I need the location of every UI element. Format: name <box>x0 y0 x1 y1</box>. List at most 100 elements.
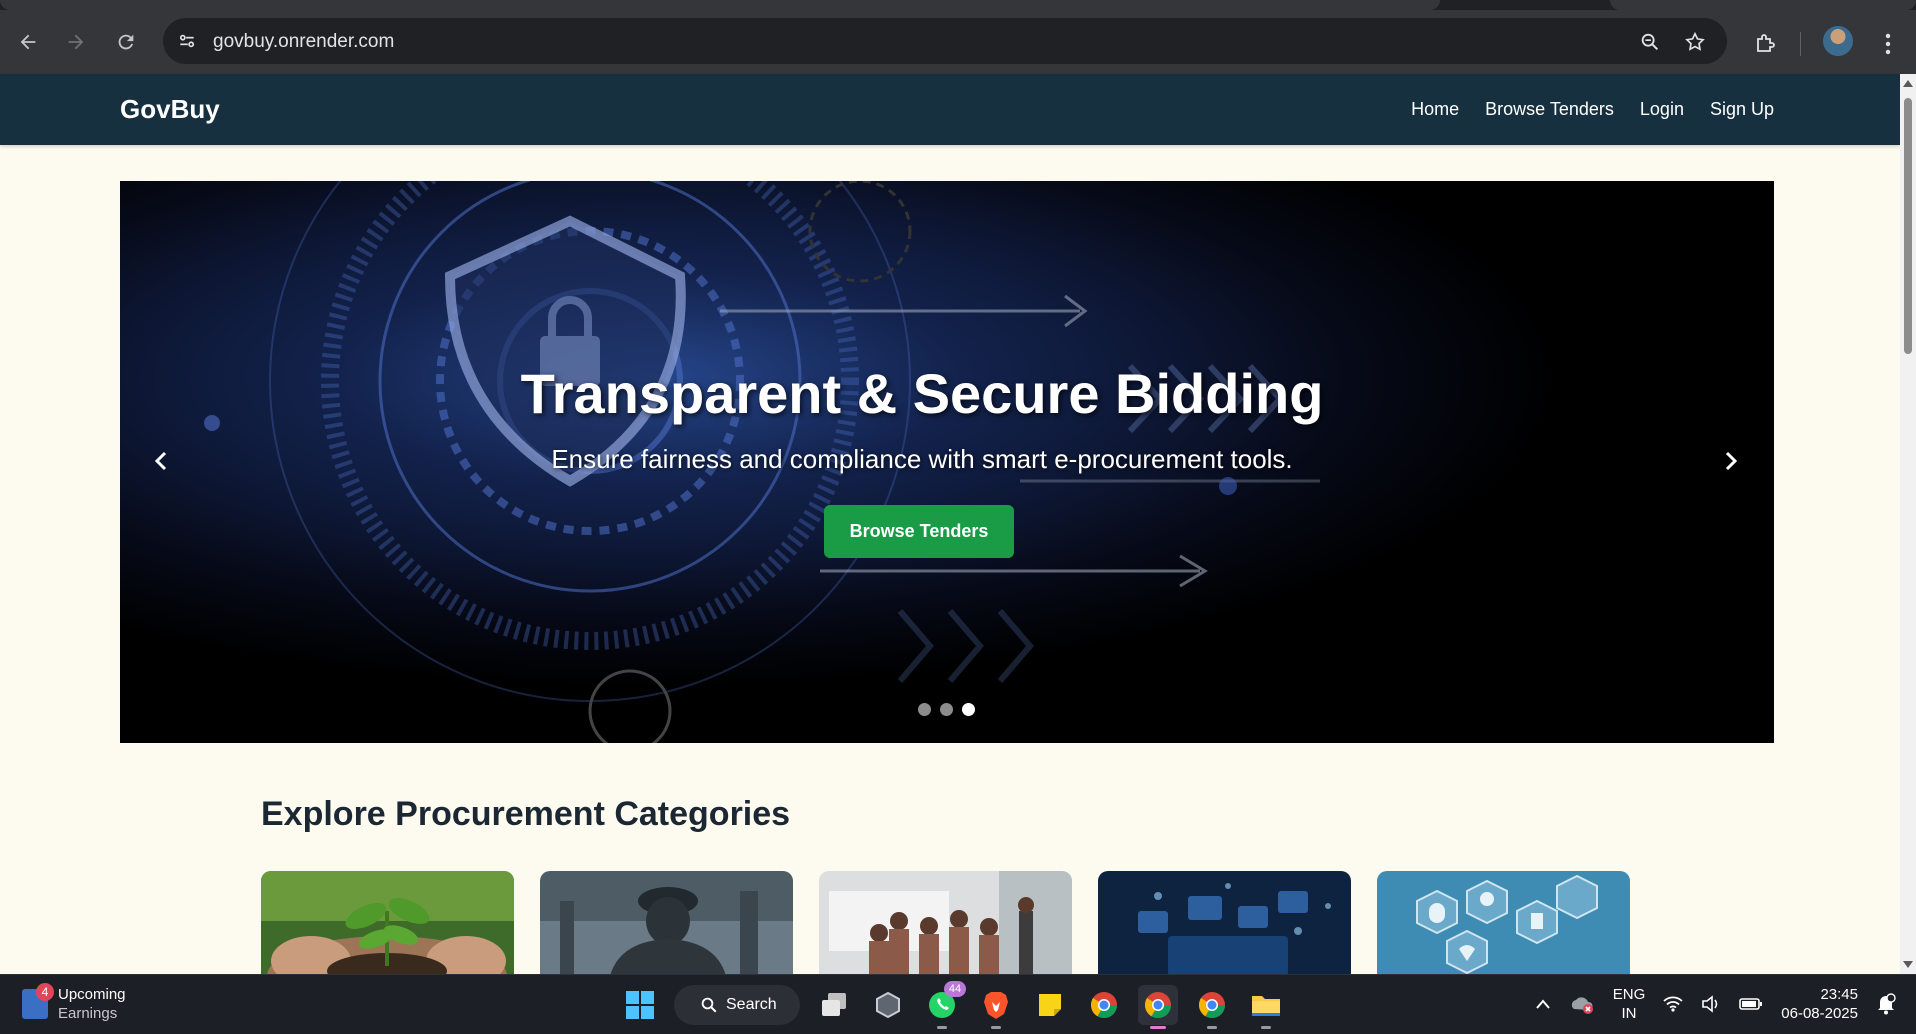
chrome-icon <box>1090 992 1118 1019</box>
app-unity-button[interactable] <box>868 985 908 1025</box>
chevron-left-icon <box>154 451 167 471</box>
browser-toolbar: govbuy.onrender.com <box>0 10 1916 74</box>
sticky-notes-icon <box>1039 994 1061 1016</box>
category-card-education[interactable] <box>819 871 1072 976</box>
category-card-agriculture[interactable] <box>261 871 514 976</box>
search-label: Search <box>726 996 777 1013</box>
category-cards <box>261 871 1630 976</box>
chrome-icon <box>1198 992 1226 1019</box>
clock[interactable]: 23:45 06-08-2025 <box>1781 985 1858 1023</box>
wifi-icon[interactable] <box>1663 996 1683 1012</box>
back-button[interactable] <box>10 24 46 60</box>
active-tab-edge[interactable] <box>0 0 1440 10</box>
menu-kebab-icon[interactable] <box>1872 28 1904 60</box>
lang-region: IN <box>1621 1005 1637 1022</box>
nav-login-link[interactable]: Login <box>1640 99 1684 120</box>
active-window-indicator <box>1150 1026 1166 1029</box>
clock-time: 23:45 <box>1820 986 1858 1003</box>
hero-title: Transparent & Secure Bidding <box>520 362 1324 425</box>
nav-links: Home Browse Tenders Login Sign Up <box>1411 99 1774 120</box>
category-card-technology[interactable] <box>1098 871 1351 976</box>
scrollbar-thumb[interactable] <box>1904 98 1912 354</box>
input-language[interactable]: ENG IN <box>1613 985 1646 1023</box>
zoom-icon[interactable] <box>1636 28 1664 56</box>
classroom-students-image <box>819 871 1072 976</box>
category-card-healthcare[interactable] <box>1377 871 1630 976</box>
stocks-icon: 4 <box>22 983 54 1019</box>
widgets-button[interactable]: 4 Upcoming Earnings <box>22 983 126 1023</box>
running-indicator <box>1261 1026 1271 1029</box>
chevron-right-icon <box>1725 451 1738 471</box>
site-settings-icon[interactable] <box>173 27 201 55</box>
volume-icon[interactable] <box>1701 995 1721 1013</box>
search-icon <box>701 997 717 1013</box>
forward-button[interactable] <box>58 24 94 60</box>
hero-content: Transparent & Secure Bidding Ensure fair… <box>120 361 1774 558</box>
site-navbar: GovBuy Home Browse Tenders Login Sign Up <box>0 74 1900 145</box>
os-taskbar: 4 Upcoming Earnings Search 44 ENG IN 23:… <box>0 974 1916 1034</box>
carousel-dot-1[interactable] <box>918 703 931 716</box>
sticky-notes-button[interactable] <box>1030 985 1070 1025</box>
chrome-profile-2-button-active[interactable] <box>1138 985 1178 1029</box>
plant-in-hands-image <box>261 871 514 976</box>
nav-signup-link[interactable]: Sign Up <box>1710 99 1774 120</box>
tab-edge[interactable] <box>1610 0 1916 10</box>
url-text[interactable]: govbuy.onrender.com <box>213 31 394 53</box>
chrome-profile-3-button[interactable] <box>1192 985 1232 1029</box>
onedrive-icon[interactable] <box>1569 994 1595 1014</box>
page-scrollbar[interactable] <box>1900 74 1916 974</box>
carousel-dot-2[interactable] <box>940 703 953 716</box>
task-view-button[interactable] <box>814 985 854 1025</box>
reload-icon <box>118 34 134 50</box>
widget-subtitle: Earnings <box>58 1005 118 1022</box>
widgets-text: Upcoming Earnings <box>58 985 126 1023</box>
taskbar-search[interactable]: Search <box>674 985 800 1025</box>
brave-button[interactable] <box>976 985 1016 1029</box>
battery-icon[interactable] <box>1739 997 1763 1011</box>
reload-button[interactable] <box>108 24 144 60</box>
running-indicator <box>1207 1026 1217 1029</box>
hero-carousel: Transparent & Secure Bidding Ensure fair… <box>120 181 1774 743</box>
extensions-icon[interactable] <box>1749 28 1781 60</box>
folder-icon <box>1252 996 1280 1016</box>
site-brand-logo[interactable]: GovBuy <box>120 94 220 125</box>
chevron-up-icon[interactable] <box>1535 998 1551 1010</box>
profile-avatar[interactable] <box>1823 26 1853 56</box>
carousel-prev-button[interactable] <box>141 441 181 481</box>
task-view-icon <box>822 993 846 1016</box>
file-explorer-button[interactable] <box>1246 985 1286 1029</box>
scroll-up-arrow[interactable] <box>1903 80 1913 87</box>
hero-subtitle: Ensure fairness and compliance with smar… <box>551 444 1293 474</box>
chrome-profile-1-button[interactable] <box>1084 985 1124 1025</box>
start-button[interactable] <box>620 985 660 1025</box>
scroll-down-arrow[interactable] <box>1903 961 1913 968</box>
arrow-left-icon <box>20 34 36 50</box>
browser-chrome: govbuy.onrender.com <box>0 0 1916 74</box>
running-indicator <box>937 1026 947 1029</box>
notification-badge: 4 <box>36 983 54 1001</box>
lang-code: ENG <box>1612 986 1646 1003</box>
notifications-bell-icon[interactable] <box>1876 993 1896 1015</box>
whatsapp-badge: 44 <box>944 981 966 997</box>
categories-heading: Explore Procurement Categories <box>261 795 791 833</box>
running-indicator <box>991 1026 1001 1029</box>
carousel-dot-3-active[interactable] <box>962 703 975 716</box>
arrow-right-icon <box>68 34 84 50</box>
hero-browse-tenders-button[interactable]: Browse Tenders <box>823 505 1015 558</box>
industrial-worker-image <box>540 871 793 976</box>
address-bar[interactable]: govbuy.onrender.com <box>163 18 1727 64</box>
brave-lion-icon <box>984 992 1008 1019</box>
chrome-icon <box>1144 992 1172 1019</box>
taskbar-apps: Search 44 <box>620 981 1286 1029</box>
tab-strip <box>0 0 1916 10</box>
nav-browse-tenders-link[interactable]: Browse Tenders <box>1485 99 1614 120</box>
bookmark-star-icon[interactable] <box>1681 28 1709 56</box>
clock-date: 06-08-2025 <box>1781 1005 1858 1022</box>
digital-technology-image <box>1098 871 1351 976</box>
widget-title: Upcoming <box>58 986 126 1003</box>
category-card-infrastructure[interactable] <box>540 871 793 976</box>
whatsapp-button[interactable]: 44 <box>922 981 966 1029</box>
nav-home-link[interactable]: Home <box>1411 99 1459 120</box>
carousel-indicators <box>918 703 975 716</box>
carousel-next-button[interactable] <box>1711 441 1751 481</box>
